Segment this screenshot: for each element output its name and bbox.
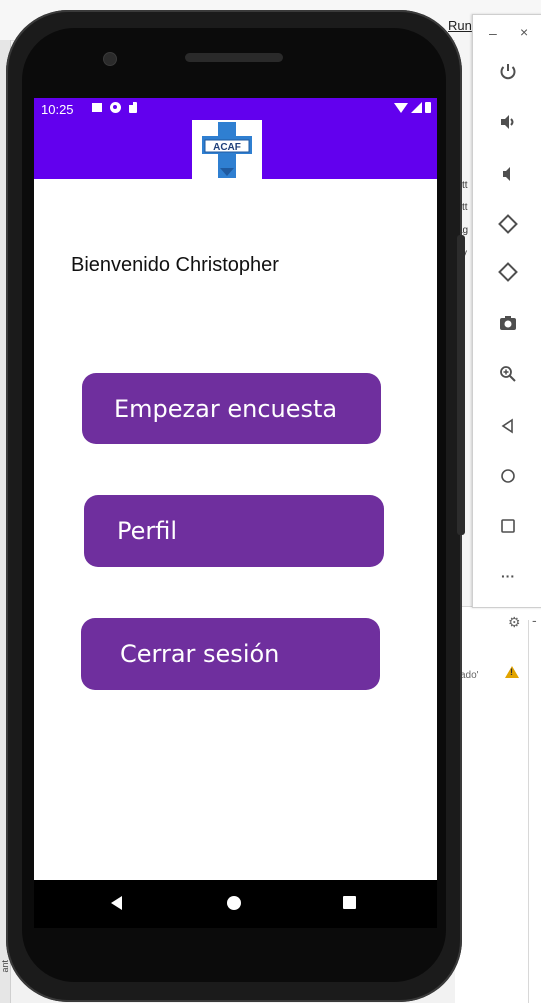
app-bar: ACAF [34,120,437,180]
earpiece-speaker [185,53,283,62]
power-icon[interactable] [493,57,523,87]
phone-screen: 10:25 ACAF Bienvenido Christopher Empeza… [34,98,437,880]
minimize-button[interactable]: – [489,25,497,41]
status-bar: 10:25 [34,98,437,120]
rotate-left-icon[interactable] [493,209,523,239]
ide-warning-text: ado' [460,670,479,681]
profile-button-label: Perfil [117,517,178,545]
logout-button[interactable]: Cerrar sesión [81,618,380,690]
logo-text: ACAF [213,142,241,153]
overview-icon[interactable] [493,511,523,541]
status-system-icons [394,102,431,113]
ide-run-menu[interactable]: Run [448,18,472,33]
status-time: 10:25 [41,102,74,117]
start-survey-button[interactable]: Empezar encuesta [82,373,381,444]
nav-back-icon[interactable] [111,896,122,910]
phone-side-button [457,235,465,535]
gear-icon[interactable]: ⚙ [508,614,521,631]
home-icon[interactable] [493,461,523,491]
ide-divider [528,620,529,1003]
volume-down-icon[interactable] [493,159,523,189]
sync-icon [110,102,121,113]
wifi-icon [394,102,408,113]
status-notification-icons [92,102,137,113]
message-icon [92,103,102,112]
zoom-icon[interactable] [493,359,523,389]
battery-icon [425,102,431,113]
sd-card-icon [129,102,137,113]
navigation-bar [34,880,437,928]
logout-button-label: Cerrar sesión [120,640,280,668]
volume-up-icon[interactable] [493,107,523,137]
welcome-message: Bienvenido Christopher [71,254,279,276]
ide-side-label[interactable]: ant [0,960,10,973]
nav-home-icon[interactable] [227,896,241,910]
nav-recents-icon[interactable] [343,896,356,909]
profile-button[interactable]: Perfil [84,495,384,567]
front-camera [103,52,117,66]
rotate-right-icon[interactable] [493,257,523,287]
warning-icon-mark: ! [510,667,513,677]
camera-icon[interactable] [493,308,523,338]
more-icon[interactable]: ··· [493,561,523,591]
back-icon[interactable] [493,411,523,441]
ide-panel-dash[interactable]: - [532,612,537,628]
close-button[interactable]: × [520,24,528,40]
start-survey-button-label: Empezar encuesta [114,394,338,423]
emulator-toolbar: – × ··· [472,14,541,608]
acaf-logo: ACAF [192,120,262,180]
signal-icon [411,102,422,113]
